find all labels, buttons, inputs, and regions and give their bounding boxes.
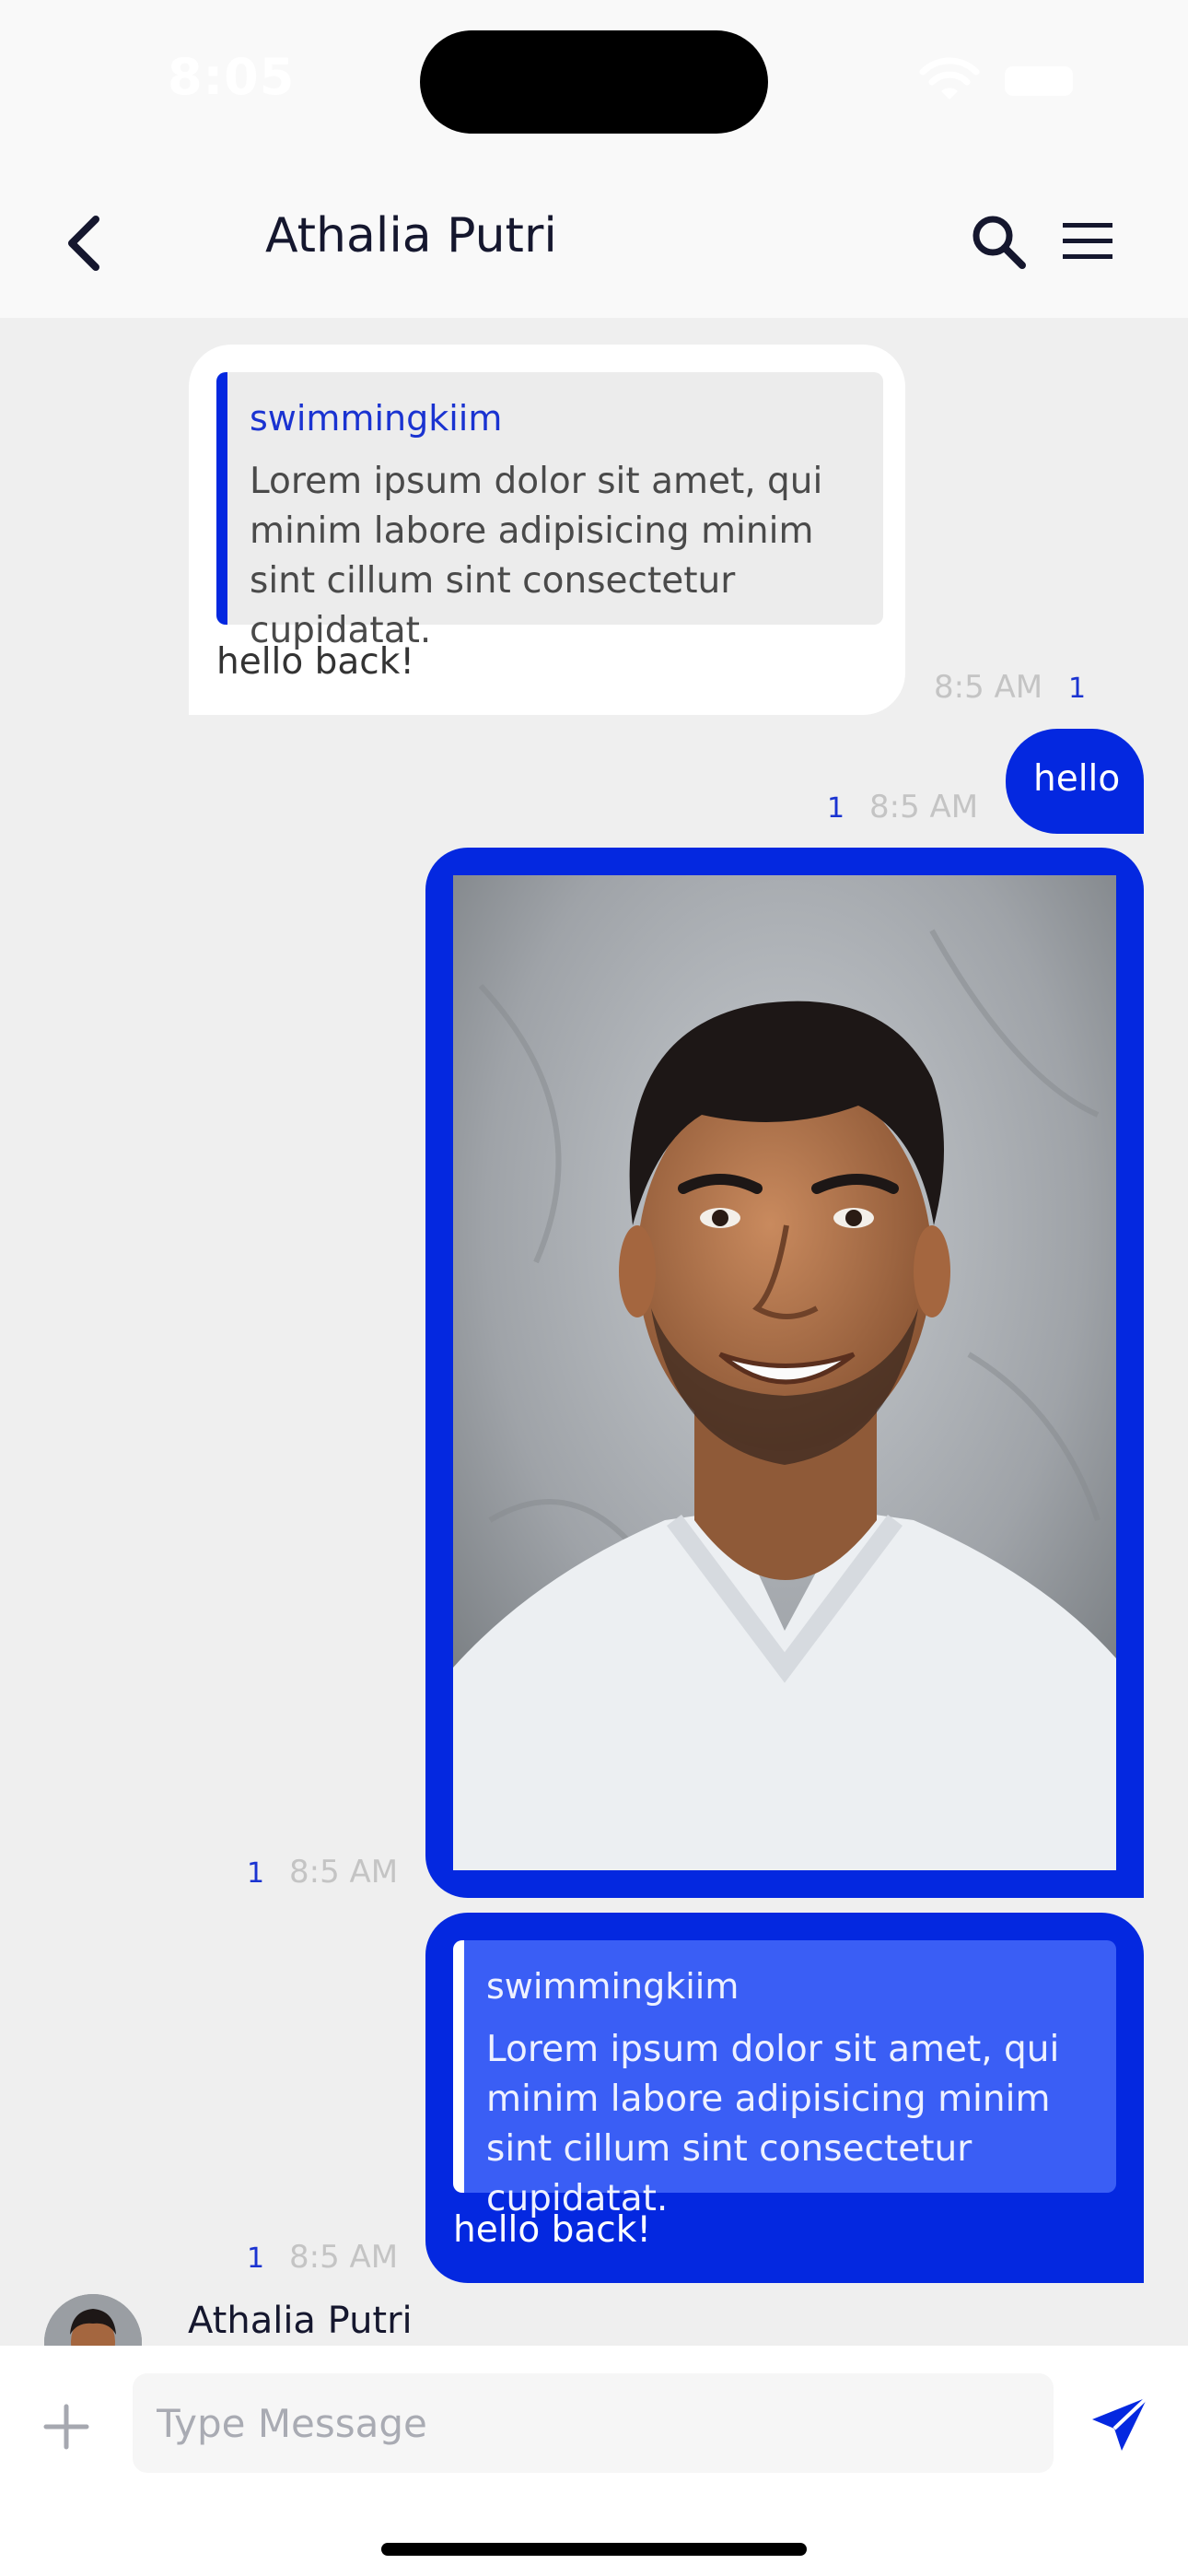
- read-count: 1: [1068, 673, 1087, 705]
- quote-bar: [453, 1940, 464, 2193]
- message-photo[interactable]: [453, 875, 1116, 1870]
- message-time: 8:5 AM: [289, 2239, 399, 2276]
- read-count: 1: [247, 1857, 265, 1890]
- plus-icon[interactable]: [41, 2401, 92, 2453]
- battery-icon: [1005, 66, 1073, 96]
- reply-quote[interactable]: swimmingkiim Lorem ipsum dolor sit amet,…: [453, 1940, 1116, 2219]
- outgoing-image-bubble[interactable]: [425, 848, 1144, 1898]
- reply-quote[interactable]: swimmingkiim Lorem ipsum dolor sit amet,…: [216, 372, 883, 651]
- quote-text: Lorem ipsum dolor sit amet, qui minim la…: [250, 461, 823, 651]
- sender-name: Athalia Putri: [188, 2300, 413, 2342]
- message-text: hello back!: [453, 2209, 651, 2251]
- status-time: 8:05: [168, 48, 296, 106]
- chevron-left-icon: [68, 216, 99, 271]
- quote-sender: swimmingkiim: [486, 1966, 740, 2007]
- outgoing-message-bubble[interactable]: swimmingkiim Lorem ipsum dolor sit amet,…: [425, 1913, 1144, 2283]
- wifi-icon: [919, 57, 980, 100]
- hamburger-menu-icon[interactable]: [1059, 212, 1116, 269]
- dynamic-island: [420, 30, 768, 134]
- search-icon[interactable]: [967, 210, 1031, 275]
- back-button[interactable]: [50, 206, 116, 280]
- read-count: 1: [247, 2242, 265, 2275]
- outgoing-message-bubble[interactable]: hello: [1006, 729, 1144, 834]
- message-time: 8:5 AM: [869, 789, 979, 825]
- chat-title: Athalia Putri: [265, 208, 557, 263]
- quote-sender: swimmingkiim: [250, 398, 503, 439]
- home-indicator: [381, 2543, 807, 2556]
- message-time: 8:5 AM: [289, 1854, 399, 1891]
- quote-text: Lorem ipsum dolor sit amet, qui minim la…: [486, 2029, 1060, 2219]
- message-input[interactable]: [133, 2373, 1054, 2473]
- quote-bar: [216, 372, 227, 625]
- send-icon[interactable]: [1089, 2392, 1153, 2456]
- message-text: hello: [1033, 758, 1121, 800]
- message-text: hello back!: [216, 641, 414, 683]
- incoming-message-bubble[interactable]: swimmingkiim Lorem ipsum dolor sit amet,…: [189, 345, 905, 715]
- message-time: 8:5 AM: [934, 669, 1043, 706]
- read-count: 1: [827, 792, 845, 825]
